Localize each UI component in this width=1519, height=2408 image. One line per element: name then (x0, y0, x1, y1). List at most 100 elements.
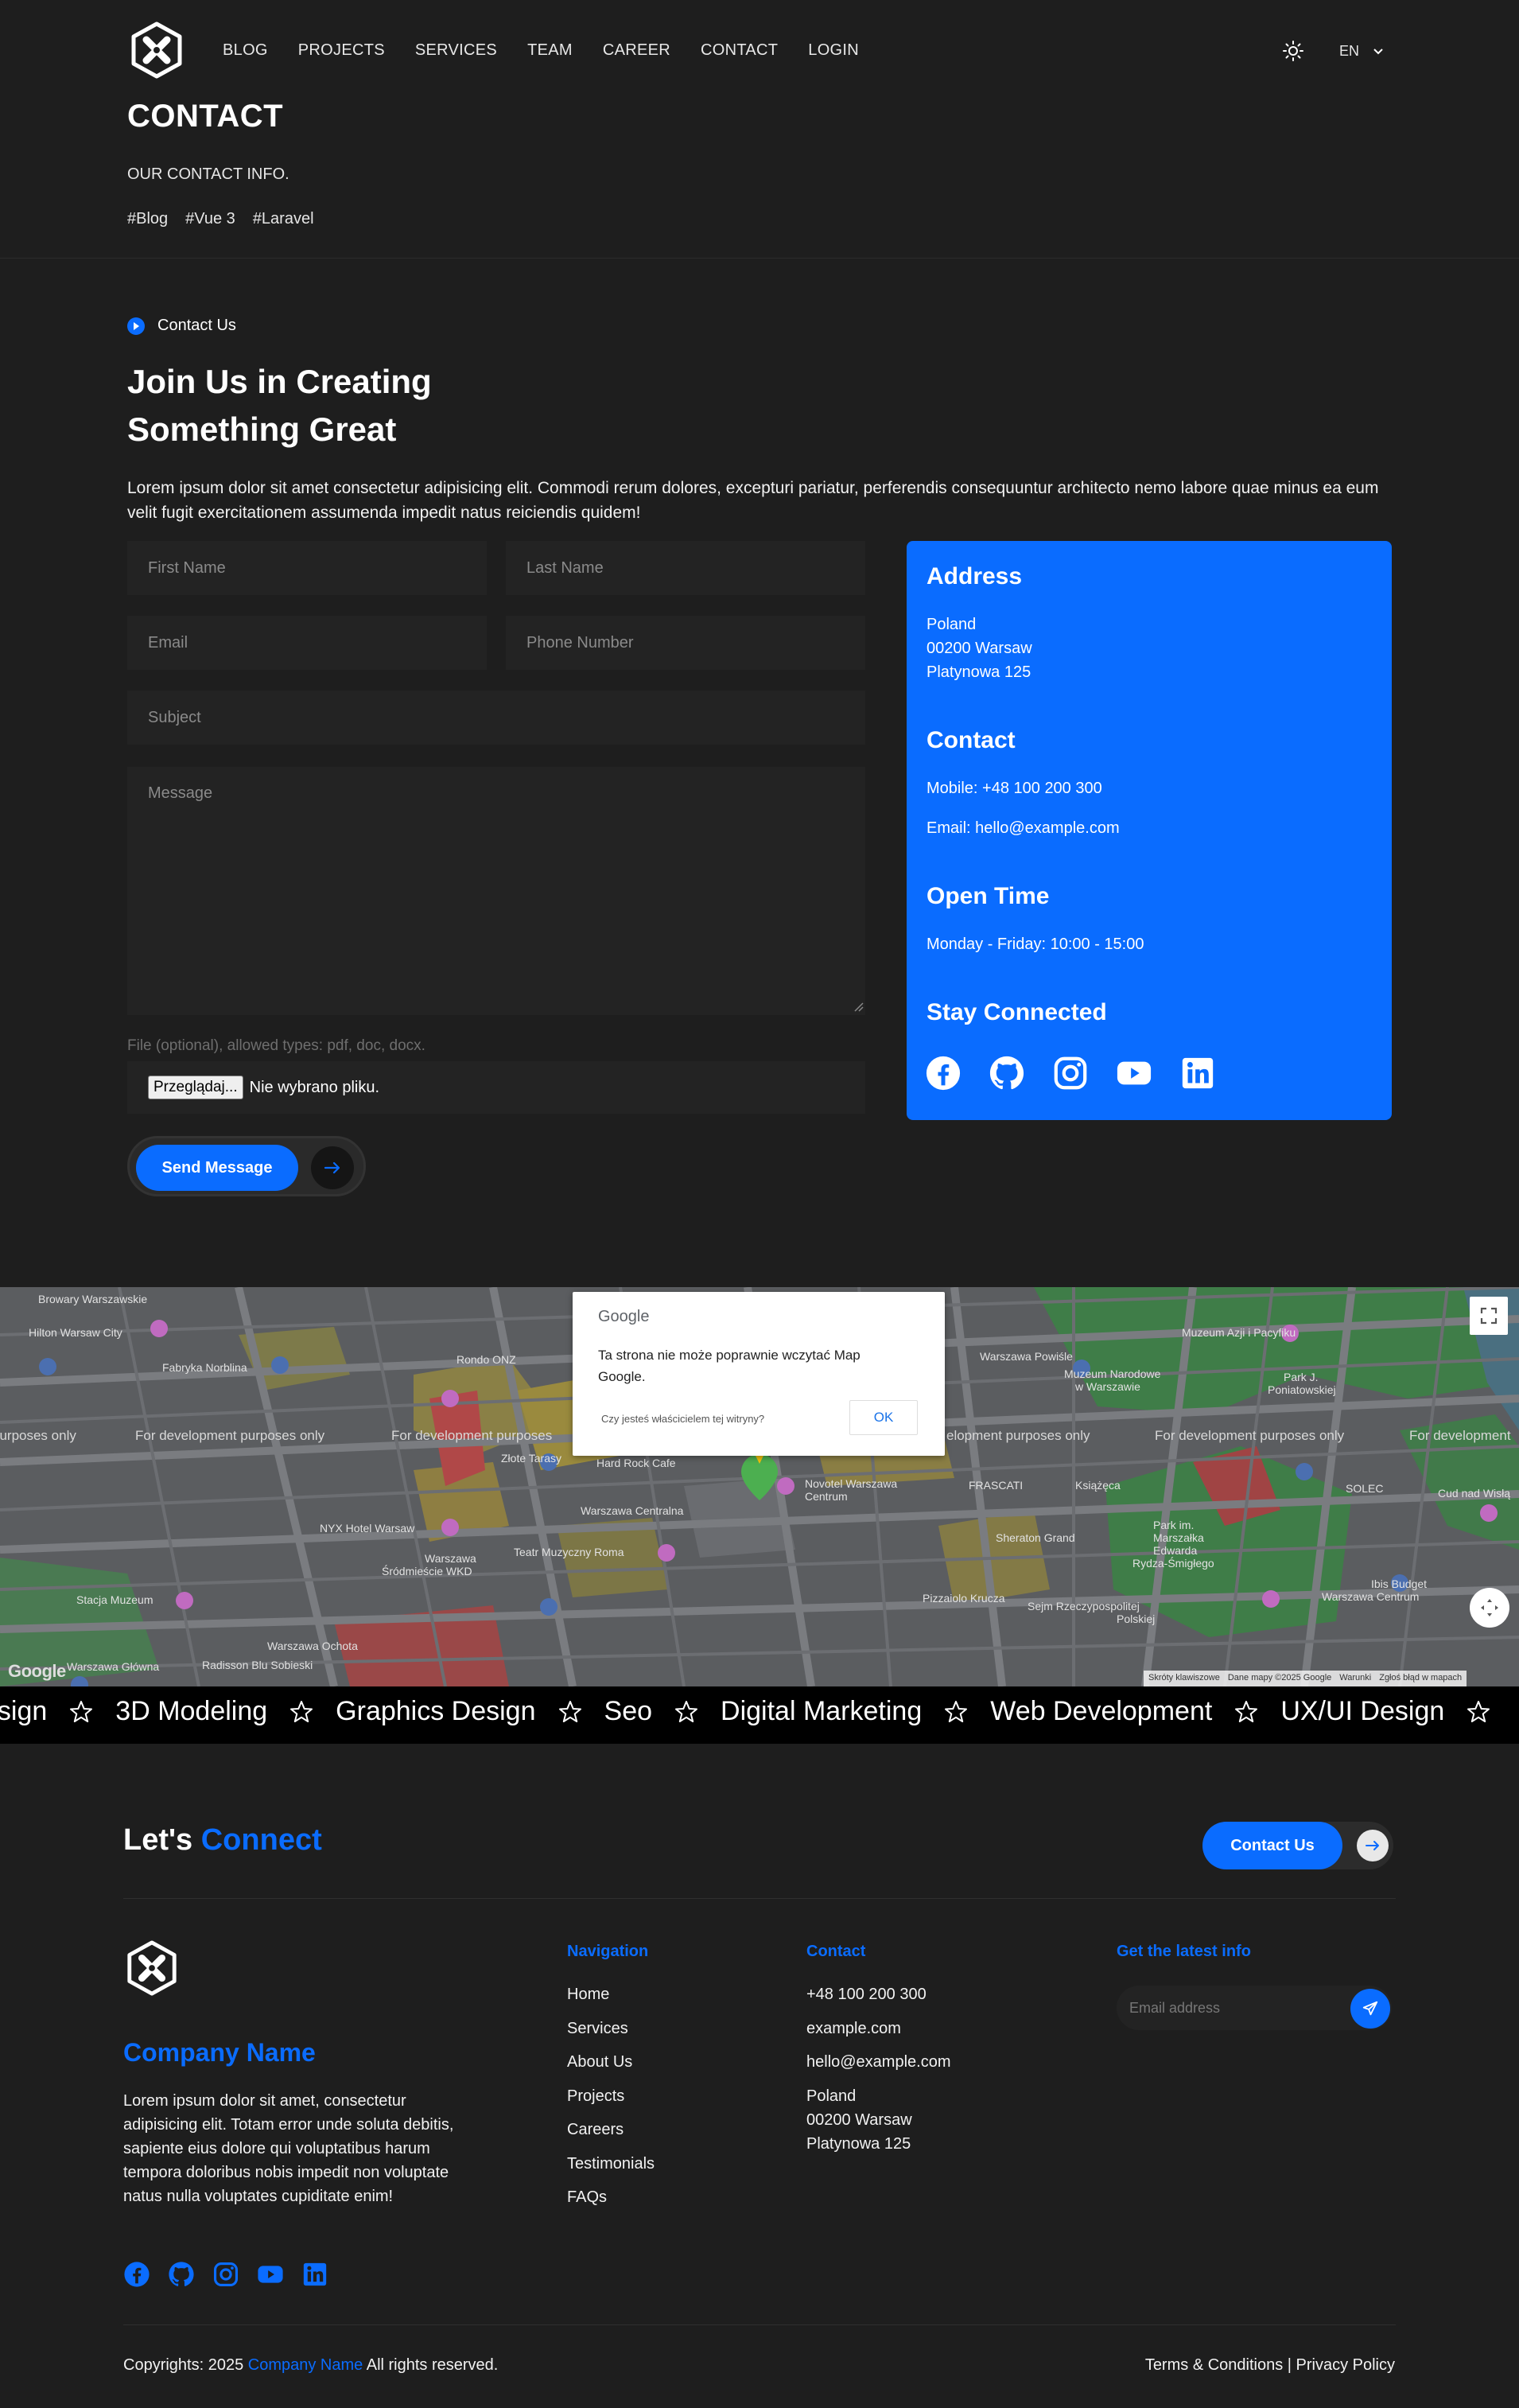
footer-divider (123, 1898, 1396, 1899)
tag-vue[interactable]: #Vue 3 (185, 210, 235, 228)
linkedin-icon[interactable] (301, 2261, 328, 2288)
sun-icon[interactable] (1282, 40, 1304, 62)
footer-nav-careers[interactable]: Careers (567, 2121, 655, 2155)
dialog-owner-link[interactable]: Czy jesteś właścicielem tej witryny? (601, 1413, 764, 1425)
connect-prefix: Let's (123, 1823, 193, 1857)
nav-team[interactable]: TEAM (527, 41, 573, 60)
message-field[interactable] (127, 767, 865, 1015)
footer-nav-home[interactable]: Home (567, 1986, 655, 2020)
last-name-field[interactable] (506, 541, 865, 595)
footer-nav-testimonials[interactable]: Testimonials (567, 2155, 655, 2189)
subject-field[interactable] (127, 691, 865, 745)
nav-projects[interactable]: PROJECTS (298, 41, 385, 60)
brand-logo-icon[interactable] (127, 21, 186, 80)
facebook-icon[interactable] (123, 2261, 150, 2288)
attr-report[interactable]: Zgłoś błąd w mapach (1379, 1673, 1462, 1684)
footer-social-links (123, 2261, 328, 2288)
nav-career[interactable]: CAREER (603, 41, 670, 60)
map-error-dialog: Google Ta strona nie może poprawnie wczy… (573, 1292, 945, 1456)
legal-links[interactable]: Terms & Conditions | Privacy Policy (1145, 2356, 1395, 2375)
footer-logo-icon[interactable] (123, 1939, 181, 1997)
nav-contact[interactable]: CONTACT (701, 41, 778, 60)
address-line-3: Platynowa 125 (927, 663, 1031, 681)
footer-contact-title: Contact (806, 1943, 866, 1960)
file-browse-button[interactable]: Przeglądaj... (148, 1076, 243, 1099)
dialog-ok-button[interactable]: OK (849, 1400, 918, 1435)
youtube-icon[interactable] (1116, 1055, 1152, 1091)
instagram-icon[interactable] (212, 2261, 239, 2288)
footer-nav-title: Navigation (567, 1943, 649, 1960)
email-field[interactable] (127, 616, 487, 670)
arrow-right-icon[interactable] (1357, 1830, 1389, 1861)
section-eyebrow: Contact Us (127, 317, 236, 335)
attr-terms[interactable]: Warunki (1339, 1673, 1371, 1684)
svg-text:Fabryka Norblina: Fabryka Norblina (162, 1361, 247, 1374)
attr-shortcuts[interactable]: Skróty klawiszowe (1148, 1673, 1220, 1684)
card-social-links (925, 1055, 1216, 1091)
address-title: Address (927, 563, 1023, 589)
footer-nav-list: Home Services About Us Projects Careers … (567, 1986, 655, 2223)
github-icon[interactable] (168, 2261, 195, 2288)
footer-nav-faqs[interactable]: FAQs (567, 2188, 655, 2223)
svg-text:Warszawa: Warszawa (425, 1552, 476, 1565)
file-input: Przeglądaj... Nie wybrano pliku. (127, 1061, 865, 1114)
copyright-company[interactable]: Company Name (248, 2356, 363, 2374)
svg-text:w Warszawie: w Warszawie (1074, 1380, 1140, 1393)
svg-text:Śródmieście WKD: Śródmieście WKD (382, 1564, 472, 1577)
youtube-icon[interactable] (257, 2261, 284, 2288)
footer-nav-projects[interactable]: Projects (567, 2087, 655, 2122)
phone-field[interactable] (506, 616, 865, 670)
linkedin-icon[interactable] (1179, 1055, 1216, 1091)
footer-website[interactable]: example.com (806, 2017, 951, 2040)
eyebrow-label: Contact Us (157, 317, 236, 334)
map-pan-control-icon[interactable] (1470, 1588, 1509, 1628)
open-hours-text: Monday - Friday: 10:00 - 15:00 (927, 936, 1144, 953)
nav-blog[interactable]: BLOG (223, 41, 268, 60)
svg-text:Park J.: Park J. (1284, 1371, 1319, 1383)
tag-laravel[interactable]: #Laravel (253, 210, 314, 228)
section-headline: Join Us in Creating Something Great (127, 363, 432, 448)
mobile-text[interactable]: Mobile: +48 100 200 300 (927, 776, 1102, 800)
attr-data: Dane mapy ©2025 Google (1227, 1673, 1332, 1682)
svg-text:Cud nad Wisłą: Cud nad Wisłą (1438, 1487, 1510, 1500)
star-icon (675, 1700, 698, 1722)
footer-connect-heading: Let's Connect (123, 1823, 322, 1858)
copyright-prefix: Copyrights: 2025 (123, 2356, 244, 2374)
open-time-title: Open Time (927, 883, 1050, 909)
first-name-field[interactable] (127, 541, 487, 595)
fullscreen-icon[interactable] (1470, 1297, 1508, 1335)
file-hint: File (optional), allowed types: pdf, doc… (127, 1037, 425, 1054)
address-line-2: 00200 Warsaw (927, 640, 1032, 657)
footer-phone[interactable]: +48 100 200 300 (806, 1982, 951, 2006)
facebook-icon[interactable] (925, 1055, 962, 1091)
nav-login[interactable]: LOGIN (808, 41, 859, 60)
footer-nav-about[interactable]: About Us (567, 2053, 655, 2087)
ticker-item: UX/UI Design (1280, 1696, 1445, 1726)
svg-text:Warszawa Centrum: Warszawa Centrum (1322, 1590, 1419, 1603)
send-message-group: Send Message (127, 1136, 366, 1196)
star-icon (558, 1700, 581, 1722)
footer-nav-services[interactable]: Services (567, 2020, 655, 2054)
star-icon (1235, 1700, 1258, 1722)
contact-info-card: Address Poland 00200 Warsaw Platynowa 12… (907, 541, 1392, 1120)
footer-contact-list: +48 100 200 300 example.com hello@exampl… (806, 1982, 951, 2156)
footer-about: Lorem ipsum dolor sit amet, consectetur … (123, 2092, 454, 2205)
footer-contact-button[interactable]: Contact Us (1202, 1822, 1342, 1869)
ticker-item: Seo (604, 1696, 653, 1726)
github-icon[interactable] (989, 1055, 1025, 1091)
email-text[interactable]: Email: hello@example.com (927, 816, 1120, 840)
resize-grip-icon[interactable] (851, 999, 864, 1012)
send-message-button[interactable]: Send Message (136, 1145, 298, 1191)
instagram-icon[interactable] (1052, 1055, 1089, 1091)
nav-services[interactable]: SERVICES (415, 41, 497, 60)
arrow-right-icon[interactable] (311, 1146, 354, 1189)
file-status: Nie wybrano pliku. (249, 1078, 380, 1096)
language-select[interactable]: EN (1339, 43, 1383, 60)
copyright-suffix: All rights reserved. (366, 2356, 499, 2374)
send-icon[interactable] (1350, 1989, 1390, 2029)
ticker-item: Web Development (990, 1696, 1213, 1726)
svg-text:Warszawa Główna: Warszawa Główna (67, 1660, 159, 1673)
tag-blog[interactable]: #Blog (127, 210, 168, 228)
footer-email[interactable]: hello@example.com (806, 2050, 951, 2074)
ticker-item: Digital Marketing (721, 1696, 923, 1726)
